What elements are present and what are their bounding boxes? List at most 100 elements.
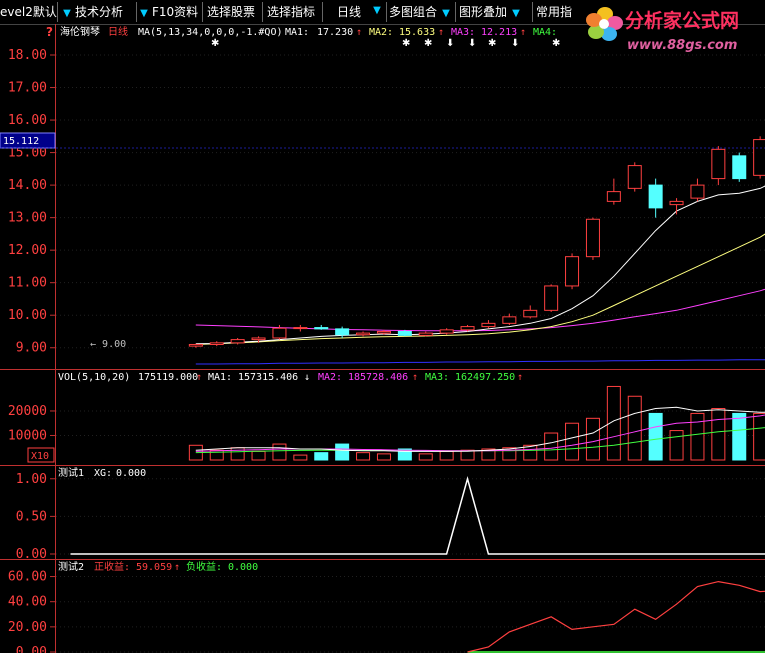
toolbar-item-label: 选择指标 bbox=[267, 5, 316, 19]
price-ma5-line bbox=[195, 359, 765, 365]
candle-body bbox=[753, 139, 765, 176]
toolbar-item-tech[interactable]: ▼ 技术分析 bbox=[62, 2, 123, 22]
star-marker-icon: ✱ bbox=[424, 38, 432, 49]
price-axis-tick-label: 11.00 bbox=[8, 276, 47, 291]
test2-title: 测试2 bbox=[58, 560, 84, 573]
volume-bar bbox=[627, 395, 642, 461]
toolbar-item-period[interactable]: 日线 ▼ bbox=[327, 2, 385, 22]
volume-bar bbox=[690, 412, 705, 461]
ma3-label: MA3: bbox=[451, 27, 475, 38]
ma4-label: MA4: bbox=[533, 27, 557, 38]
volume-bar bbox=[335, 443, 350, 461]
candle-body bbox=[188, 343, 203, 347]
vol-ma3-up-arrow: ↑ bbox=[517, 372, 523, 383]
candle-body bbox=[669, 200, 684, 206]
volume-bar bbox=[356, 452, 371, 461]
toolbar-item-common[interactable]: 常用指 bbox=[536, 2, 572, 22]
toolbar-divider bbox=[202, 2, 203, 22]
price-axis-tick-label: 10.00 bbox=[8, 308, 47, 323]
candle-body bbox=[523, 309, 538, 318]
toolbar-item-f10[interactable]: ▼ F10资料 bbox=[139, 2, 198, 22]
toolbar-item-multi-chart[interactable]: 多图组合 ▼ bbox=[389, 2, 454, 22]
vol-ma1-label: MA1: bbox=[208, 372, 232, 383]
test2-axis-tick-label: 40.00 bbox=[8, 595, 47, 610]
candle-body bbox=[209, 342, 224, 345]
candle-body bbox=[314, 327, 329, 330]
vol-ma2-label: MA2: bbox=[318, 372, 342, 383]
vol-value: 175119.000 bbox=[138, 372, 198, 383]
dropdown-arrow-icon: ▼ bbox=[512, 8, 520, 19]
candle-body bbox=[230, 339, 245, 344]
dropdown-arrow-icon: ▼ bbox=[373, 5, 381, 16]
ma2-label: MA2: bbox=[369, 27, 393, 38]
low-price-marker: ← 9.00 bbox=[90, 339, 126, 350]
candle-body bbox=[711, 148, 726, 180]
volume-bar bbox=[565, 422, 580, 461]
star-marker-icon: ✱ bbox=[402, 38, 410, 49]
low-marker-value: 9.00 bbox=[102, 339, 126, 350]
vol-ma3-value: 162497.250 bbox=[455, 372, 515, 383]
signal-markers: ✱ ✱ ✱ ⬇ ⬇ ✱ ⬇ ✱ bbox=[211, 38, 560, 49]
volume-bar bbox=[648, 412, 663, 461]
test2-pos-value: 59.059 bbox=[136, 562, 172, 573]
toolbar-divider bbox=[262, 2, 263, 22]
price-axis-tick-label: 9.00 bbox=[16, 341, 47, 356]
volume-bar bbox=[753, 412, 765, 461]
vol-ma2-value: 185728.406 bbox=[348, 372, 408, 383]
volume-bar bbox=[585, 417, 600, 461]
price-axis-tick-label: 17.00 bbox=[8, 81, 47, 96]
toolbar-item-label: evel2默认 bbox=[0, 5, 57, 19]
toolbar-divider bbox=[532, 2, 533, 22]
arrow-marker-icon: ⬇ bbox=[468, 38, 476, 49]
price-axis-tick-label: 14.00 bbox=[8, 178, 47, 193]
star-marker-icon: ✱ bbox=[488, 38, 496, 49]
volume-bar bbox=[314, 452, 329, 461]
vol-up-arrow: ↑ bbox=[196, 372, 202, 383]
arrow-marker-icon: ⬇ bbox=[446, 38, 454, 49]
volume-bar bbox=[376, 453, 391, 461]
test2-axis-tick-label: 0.00 bbox=[16, 645, 47, 653]
candle-body bbox=[439, 329, 454, 334]
price-ma2-line bbox=[195, 233, 765, 345]
toolbar-item-select-indicator[interactable]: 选择指标 bbox=[267, 2, 315, 22]
stock-chart: 9.0010.0011.0012.0013.0014.0015.0016.001… bbox=[0, 24, 765, 653]
help-icon[interactable]: ? bbox=[46, 25, 53, 39]
candle-body bbox=[397, 330, 412, 336]
volume-bar bbox=[732, 412, 747, 461]
volume-bar bbox=[418, 453, 433, 461]
ma2-value: 15.633 bbox=[399, 27, 435, 38]
arrow-marker-icon: ⬇ bbox=[511, 38, 519, 49]
toolbar-item-label: 选择股票 bbox=[207, 5, 256, 19]
candle-body bbox=[335, 328, 350, 336]
toolbar-item-label: 日线 bbox=[337, 5, 362, 19]
test1-axis-tick-label: 0.00 bbox=[16, 547, 47, 562]
test1-title: 测试1 bbox=[58, 466, 84, 479]
toolbar-item-label: 常用指 bbox=[536, 5, 573, 19]
test2-up-arrow: ↑ bbox=[174, 562, 180, 573]
price-axis-tick-label: 12.00 bbox=[8, 243, 47, 258]
toolbar-item-label: 技术分析 bbox=[75, 5, 124, 19]
test1-axis-tick-label: 1.00 bbox=[16, 472, 47, 487]
toolbar-item-level2[interactable]: evel2默认 bbox=[0, 2, 57, 22]
volume-bar bbox=[293, 454, 308, 461]
vol-ma1-value: 157315.406 bbox=[238, 372, 298, 383]
test2-neg-label: 负收益: bbox=[186, 560, 222, 573]
candle-body bbox=[565, 256, 580, 287]
toolbar-item-select-stock[interactable]: 选择股票 bbox=[207, 2, 255, 22]
ma1-label: MA1: bbox=[285, 27, 309, 38]
candle-body bbox=[481, 322, 496, 328]
vol-unit: X10 bbox=[31, 451, 49, 462]
candle-body bbox=[544, 285, 559, 311]
volume-bar bbox=[544, 432, 559, 461]
test2-neg-value: 0.000 bbox=[228, 562, 258, 573]
toolbar-item-overlay[interactable]: 图形叠加 ▼ bbox=[459, 2, 524, 22]
candle-body bbox=[690, 184, 705, 199]
vol-ma2-up-arrow: ↑ bbox=[412, 372, 418, 383]
toolbar-divider bbox=[57, 2, 58, 22]
toolbar-divider bbox=[455, 2, 456, 22]
vol-ma3-label: MA3: bbox=[425, 372, 449, 383]
dropdown-arrow-icon: ▼ bbox=[63, 8, 71, 19]
test1-value: 0.000 bbox=[116, 468, 146, 479]
candle-body bbox=[627, 165, 642, 189]
volume-bar bbox=[251, 450, 266, 461]
